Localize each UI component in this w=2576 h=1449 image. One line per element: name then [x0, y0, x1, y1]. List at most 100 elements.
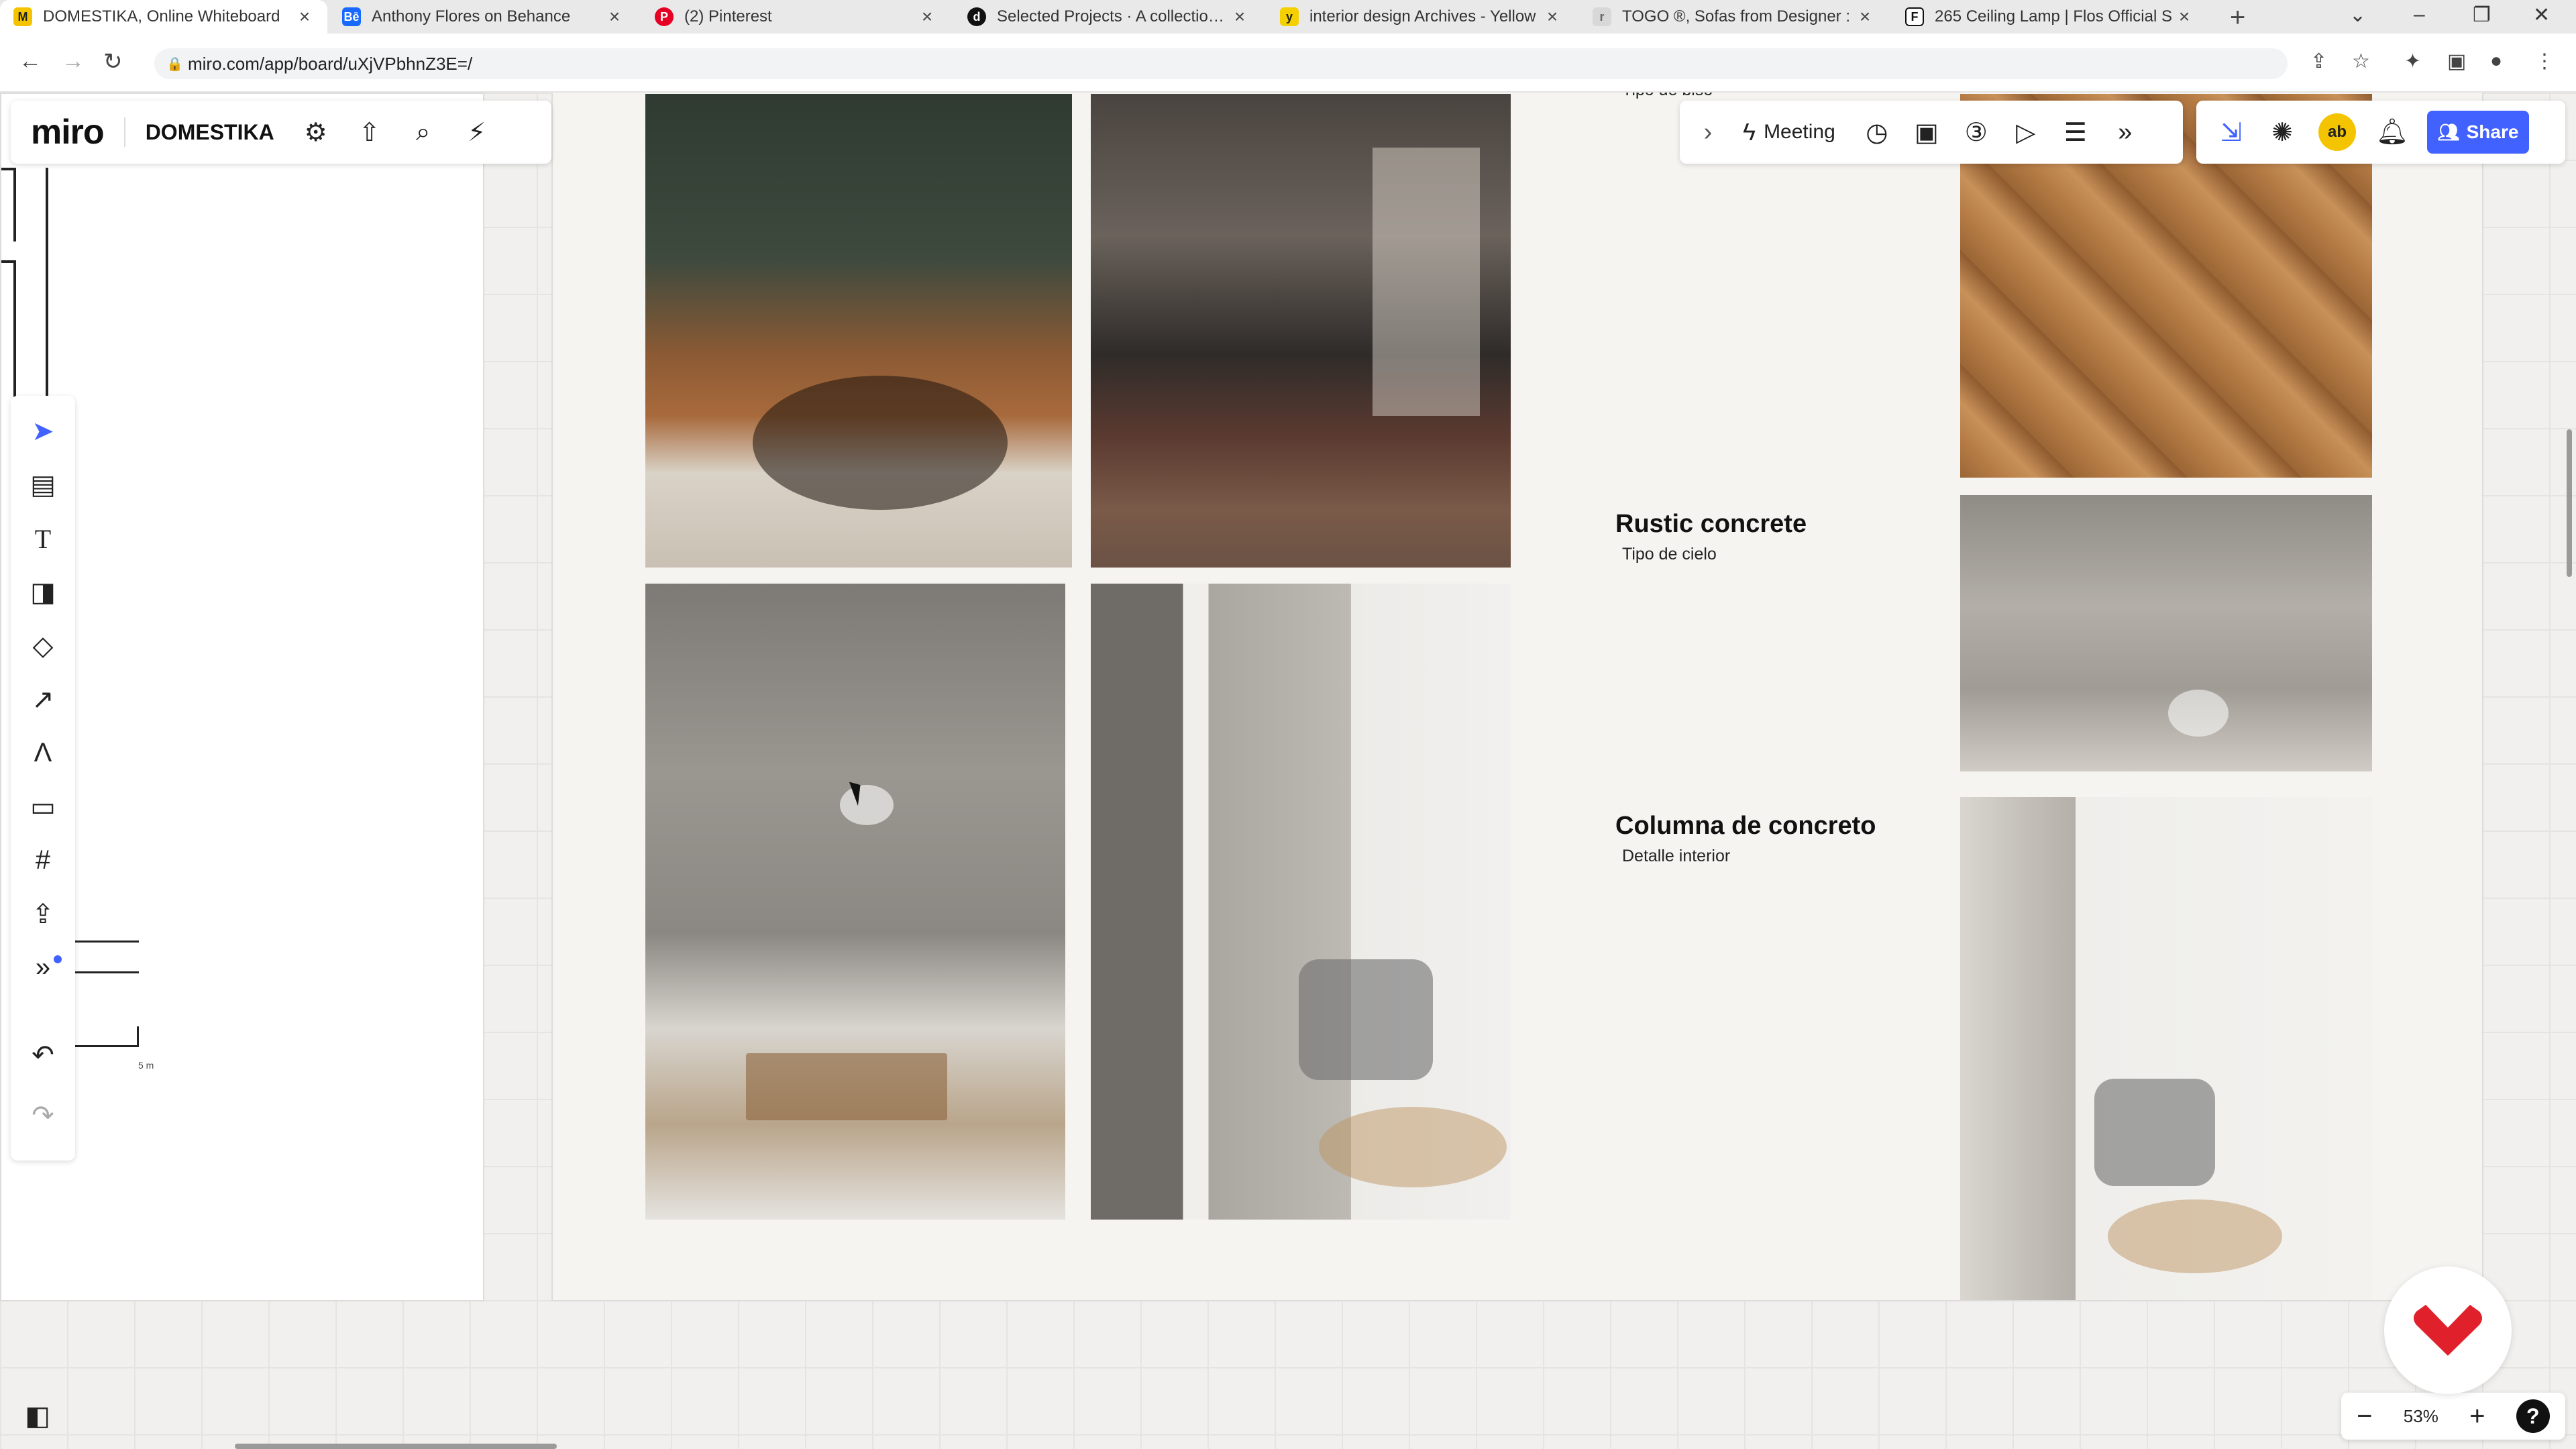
- flos-favicon-icon: F: [1905, 7, 1924, 26]
- tab-yellowtrace[interactable]: y interior design Archives - Yellow ×: [1267, 0, 1575, 34]
- close-tab-icon[interactable]: ×: [1230, 6, 1249, 28]
- concrete-ceiling-image[interactable]: [1960, 495, 2372, 771]
- close-tab-icon[interactable]: ×: [1856, 6, 1874, 28]
- comment-icon[interactable]: ▭: [11, 792, 75, 822]
- sketch-line: [75, 941, 139, 943]
- redo-icon[interactable]: ↷: [11, 1100, 75, 1131]
- upload-icon[interactable]: ⇪: [11, 899, 75, 930]
- domestika-heart-icon: [2414, 1305, 2482, 1356]
- close-tab-icon[interactable]: ×: [1543, 6, 1562, 28]
- expand-chevron-icon[interactable]: ›: [1693, 118, 1723, 147]
- concrete-column-image[interactable]: [1960, 797, 2372, 1300]
- sketch-line: [1, 260, 15, 263]
- apps-plug-icon[interactable]: ⚡︎: [462, 117, 492, 148]
- close-window-icon[interactable]: ✕: [2533, 0, 2550, 30]
- cursor-follow-icon[interactable]: ⇲: [2216, 117, 2246, 148]
- tab-behance[interactable]: Bē Anthony Flores on Behance ×: [329, 0, 637, 34]
- board-panel-icon[interactable]: ◧: [11, 1393, 64, 1440]
- section-title-concrete-column: Columna de concreto: [1615, 812, 1876, 840]
- section-subtitle: Tipo de cielo: [1622, 545, 1717, 564]
- pen-icon[interactable]: Λ: [11, 738, 75, 768]
- miro-logo[interactable]: miro: [31, 112, 105, 152]
- vertical-scrollbar[interactable]: [2567, 429, 2572, 577]
- timer-icon[interactable]: ◷: [1862, 117, 1892, 148]
- more-tools-icon[interactable]: »: [11, 953, 75, 983]
- back-icon[interactable]: ←: [19, 48, 42, 74]
- concrete-dining-room-image[interactable]: [645, 584, 1065, 1220]
- side-panel-icon[interactable]: ▣: [2447, 50, 2466, 73]
- zoom-in-button[interactable]: +: [2469, 1401, 2485, 1432]
- profile-icon[interactable]: ●: [2490, 50, 2502, 72]
- section-subtitle: Detalle interior: [1622, 847, 1731, 865]
- tab-title: DOMESTIKA, Online Whiteboard: [43, 7, 280, 25]
- notes-icon[interactable]: ☰: [2061, 117, 2090, 148]
- extensions-icon[interactable]: ✦: [2404, 50, 2421, 73]
- voting-icon[interactable]: ▣: [1912, 117, 1941, 148]
- meeting-button[interactable]: ϟ Meeting: [1743, 118, 1835, 146]
- presentation-icon[interactable]: ▷: [2011, 117, 2041, 148]
- living-room-image[interactable]: [645, 94, 1072, 568]
- url-field[interactable]: 🔒 miro.com/app/board/uXjVPbhnZ3E=/: [154, 48, 2288, 79]
- bookmark-star-icon[interactable]: ☆: [2352, 50, 2370, 73]
- more-chevrons-icon[interactable]: »: [2110, 118, 2140, 147]
- forward-icon[interactable]: →: [62, 48, 85, 74]
- undo-icon[interactable]: ↶: [11, 1040, 75, 1071]
- domestika-logo-badge[interactable]: [2384, 1267, 2512, 1394]
- search-icon[interactable]: ⌕: [409, 118, 438, 147]
- reactions-icon[interactable]: ✺: [2267, 117, 2297, 148]
- browser-tab-bar: M DOMESTIKA, Online Whiteboard × Bē Anth…: [0, 0, 2576, 34]
- notification-bell-icon[interactable]: 🔔︎: [2376, 117, 2408, 147]
- board-canvas[interactable]: 5 m Tipo de biso Rustic concrete Tipo de…: [0, 93, 2576, 1449]
- frame-icon[interactable]: #: [11, 845, 75, 875]
- share-label: Share: [2466, 121, 2519, 142]
- tab-flos[interactable]: F 265 Ceiling Lamp | Flos Official S ×: [1892, 0, 2207, 34]
- tab-domestika[interactable]: d Selected Projects · A collection o ×: [954, 0, 1263, 34]
- new-tab-icon[interactable]: +: [2230, 3, 2245, 33]
- concrete-living-room-image[interactable]: [1091, 94, 1511, 568]
- sketch-line: [137, 1026, 139, 1046]
- close-tab-icon[interactable]: ×: [605, 6, 624, 28]
- share-button[interactable]: 👥︎ Share: [2427, 111, 2529, 154]
- close-tab-icon[interactable]: ×: [295, 6, 314, 28]
- countdown-3-icon[interactable]: ③: [1962, 117, 1991, 148]
- close-tab-icon[interactable]: ×: [918, 6, 936, 28]
- board-name[interactable]: DOMESTIKA: [146, 120, 274, 145]
- section-caption: Tipo de biso: [1622, 93, 1713, 100]
- reload-icon[interactable]: ↻: [103, 48, 123, 75]
- pinterest-favicon-icon: P: [655, 7, 674, 26]
- concrete-column-image-large[interactable]: [1091, 584, 1511, 1220]
- browser-menu-icon[interactable]: ⋮: [2534, 50, 2555, 73]
- meeting-label: Meeting: [1764, 121, 1835, 143]
- minimize-icon[interactable]: –: [2414, 0, 2425, 30]
- horizontal-scrollbar[interactable]: [235, 1444, 557, 1449]
- lightning-icon: ϟ: [1743, 118, 1756, 146]
- sketch-line: [1, 168, 15, 170]
- sticky-note-icon[interactable]: ◨: [11, 577, 75, 608]
- tab-ligne-roset[interactable]: r TOGO ®, Sofas from Designer : ×: [1579, 0, 1888, 34]
- creation-toolbar: ➤ ▤ T ◨ ◇ ↗ Λ ▭ # ⇪ » ↶ ↷: [11, 396, 75, 1161]
- tab-miro[interactable]: M DOMESTIKA, Online Whiteboard ×: [0, 0, 327, 34]
- section-title-rustic-concrete: Rustic concrete: [1615, 510, 1807, 538]
- close-tab-icon[interactable]: ×: [2175, 6, 2194, 28]
- templates-icon[interactable]: ▤: [11, 470, 75, 500]
- help-button[interactable]: ?: [2516, 1399, 2550, 1433]
- shapes-icon[interactable]: ◇: [11, 631, 75, 661]
- restore-icon[interactable]: ❐: [2473, 0, 2491, 30]
- zoom-out-button[interactable]: −: [2357, 1401, 2372, 1432]
- domestika-favicon-icon: d: [967, 7, 986, 26]
- settings-gear-icon[interactable]: ⚙: [301, 117, 331, 148]
- tab-search-chevron-icon[interactable]: ⌄: [2349, 0, 2366, 30]
- share-page-icon[interactable]: ⇪: [2310, 50, 2327, 73]
- select-cursor-icon[interactable]: ➤: [11, 416, 75, 447]
- avatar[interactable]: ab: [2318, 113, 2356, 151]
- moodboard-frame[interactable]: Tipo de biso Rustic concrete Tipo de cie…: [551, 93, 2483, 1301]
- zoom-level[interactable]: 53%: [2404, 1406, 2438, 1427]
- meeting-toolbar: › ϟ Meeting ◷ ▣ ③ ▷ ☰ »: [1680, 101, 2183, 164]
- text-tool-icon[interactable]: T: [11, 523, 75, 555]
- connection-line-icon[interactable]: ↗: [11, 684, 75, 715]
- tab-pinterest[interactable]: P (2) Pinterest ×: [641, 0, 950, 34]
- people-icon: 👥︎: [2437, 121, 2460, 142]
- yellowtrace-favicon-icon: y: [1280, 7, 1299, 26]
- sketch-line: [75, 971, 139, 973]
- export-upload-icon[interactable]: ⇧: [355, 117, 384, 148]
